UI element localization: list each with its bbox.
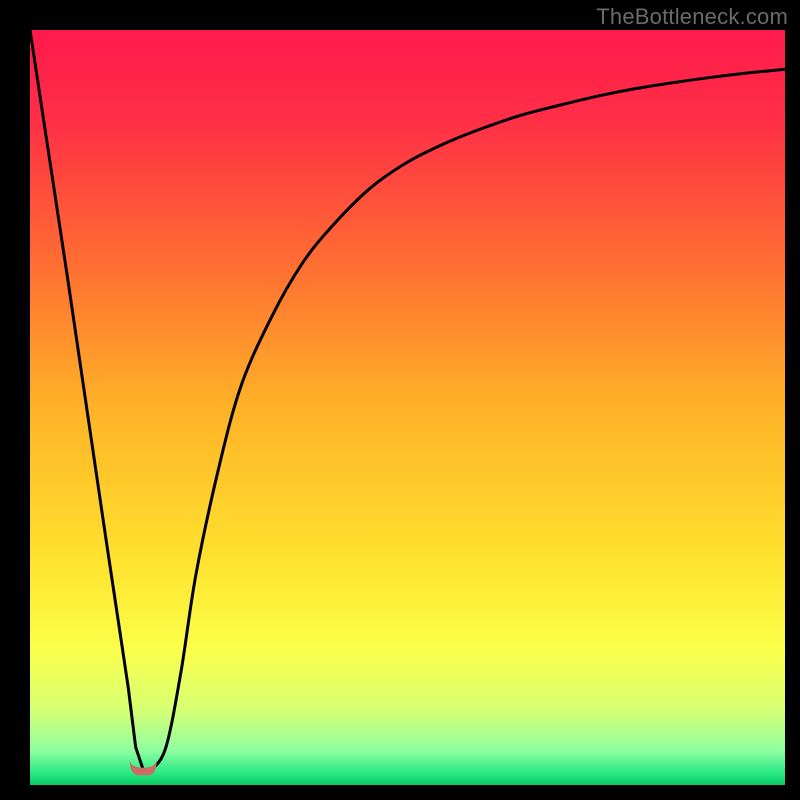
plot-area [30, 30, 785, 785]
gradient-background [30, 30, 785, 785]
chart-frame: TheBottleneck.com [0, 0, 800, 800]
watermark-text: TheBottleneck.com [596, 4, 788, 30]
chart-svg [30, 30, 785, 785]
